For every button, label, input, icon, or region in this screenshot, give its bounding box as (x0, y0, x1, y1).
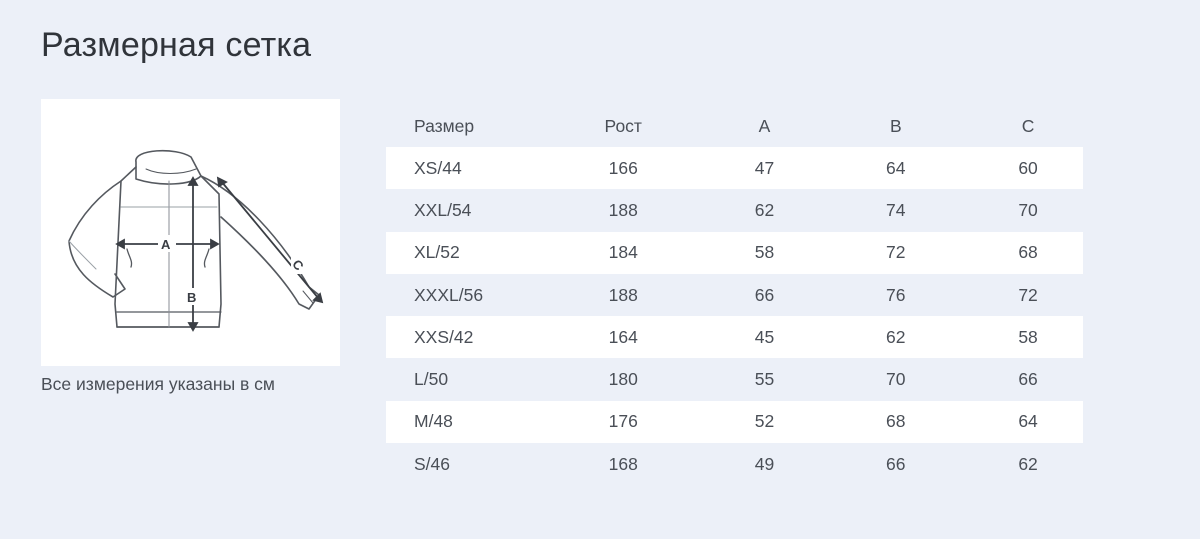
header-a: A (758, 115, 771, 136)
cell-c: 66 (1018, 369, 1038, 390)
cell-a: 66 (754, 284, 775, 305)
measurement-note: Все измерения указаны в см (41, 374, 275, 394)
measure-label-a: A (161, 237, 171, 252)
size-chart-table: Размер Рост A B C XS/44 166 47 64 60 XXL… (386, 105, 1083, 485)
cell-height: 168 (608, 453, 638, 474)
cell-size: XL/52 (386, 231, 536, 274)
table-row: XXL/54 188 62 74 70 (386, 189, 1083, 231)
table-row: L/50 180 55 70 66 (386, 358, 1083, 400)
cell-size: S/46 (414, 453, 450, 474)
header-b: B (889, 115, 902, 136)
cell-c: 72 (1018, 284, 1038, 305)
size-diagram: A B C (41, 99, 340, 366)
cell-a: 49 (754, 453, 775, 474)
table-row: M/48 176 52 68 64 (386, 400, 1083, 444)
cell-a: 58 (710, 231, 819, 274)
jacket-measurement-icon: A B C (68, 149, 324, 332)
cell-height: 180 (608, 369, 638, 390)
cell-height: 188 (608, 284, 638, 305)
cell-a: 62 (754, 199, 775, 220)
table-row: XXS/42 164 45 62 58 (386, 316, 1083, 359)
cell-c: 62 (1018, 453, 1038, 474)
cell-height: 176 (535, 400, 711, 444)
cell-b: 62 (818, 316, 974, 359)
cell-a: 47 (710, 147, 819, 190)
table-row: XXXL/56 188 66 76 72 (386, 274, 1083, 316)
table-row: XL/52 184 58 72 68 (386, 231, 1083, 274)
cell-c: 70 (1018, 199, 1038, 220)
cell-b: 72 (818, 231, 974, 274)
cell-height: 188 (608, 199, 638, 220)
cell-height: 166 (535, 147, 711, 190)
cell-a: 55 (754, 369, 775, 390)
cell-a: 45 (710, 316, 819, 359)
cell-height: 184 (535, 231, 711, 274)
cell-b: 74 (886, 199, 906, 220)
table-row: S/46 168 49 66 62 (386, 443, 1083, 485)
table-row: XS/44 166 47 64 60 (386, 147, 1083, 190)
cell-b: 64 (818, 147, 974, 190)
cell-c: 68 (973, 231, 1083, 274)
cell-size: M/48 (386, 400, 536, 444)
cell-size: XXXL/56 (414, 284, 484, 305)
cell-c: 64 (973, 400, 1083, 444)
cell-c: 60 (973, 147, 1083, 190)
cell-size: L/50 (414, 369, 449, 390)
cell-a: 52 (710, 400, 819, 444)
cell-b: 68 (818, 400, 974, 444)
header-c: C (1021, 115, 1035, 136)
cell-b: 76 (886, 284, 906, 305)
cell-size: XXS/42 (386, 316, 536, 359)
cell-b: 70 (886, 369, 906, 390)
table-header-row: Размер Рост A B C (386, 105, 1083, 147)
cell-height: 164 (535, 316, 711, 359)
header-size: Размер (414, 115, 475, 136)
page-title: Размерная сетка (41, 26, 312, 64)
header-height: Рост (604, 115, 642, 136)
cell-size: XS/44 (386, 147, 536, 190)
measure-label-b: B (187, 290, 196, 305)
cell-c: 58 (973, 316, 1083, 359)
cell-size: XXL/54 (414, 199, 472, 220)
cell-b: 66 (886, 453, 906, 474)
